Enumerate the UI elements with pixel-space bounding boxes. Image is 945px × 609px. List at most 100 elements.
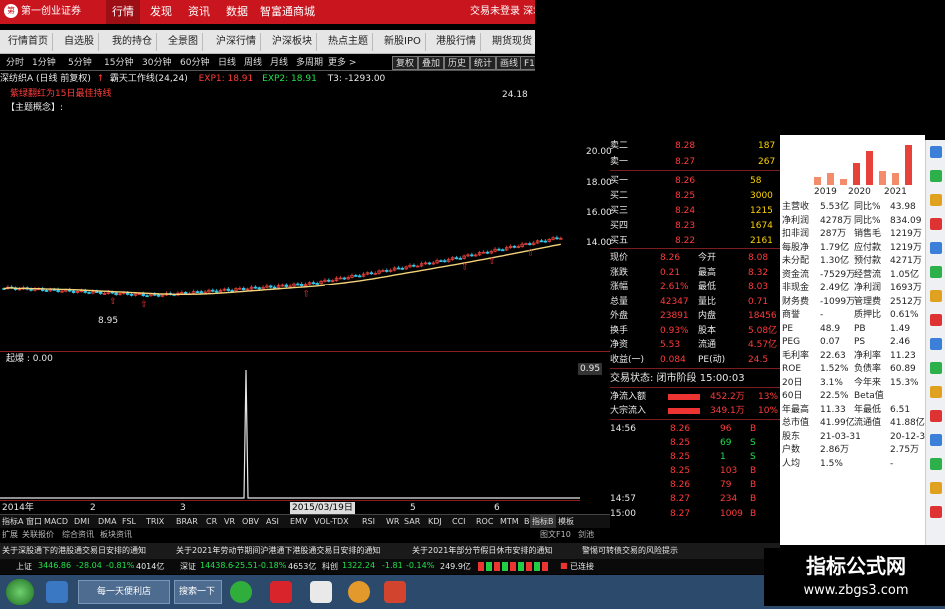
- toolbar-icon[interactable]: [930, 290, 942, 302]
- indicator-tab-15[interactable]: WR: [386, 515, 399, 529]
- indicator-tab-7[interactable]: BRAR: [176, 515, 198, 529]
- period-5min[interactable]: 5分钟: [68, 55, 92, 71]
- toolbar-icon[interactable]: [930, 218, 942, 230]
- indicator-tab-12[interactable]: EMV: [290, 515, 307, 529]
- tab-hot-topics[interactable]: 热点主题: [324, 33, 373, 51]
- indicator-tab-17[interactable]: KDJ: [428, 515, 442, 529]
- template-tab[interactable]: 模板: [558, 515, 574, 529]
- menu-discover[interactable]: 发现: [144, 0, 178, 24]
- tab-panorama[interactable]: 全景图: [164, 33, 203, 51]
- indicator-tab-11[interactable]: ASI: [266, 515, 279, 529]
- toolbar-icon[interactable]: [930, 482, 942, 494]
- index-name[interactable]: 深证: [180, 561, 196, 572]
- menu-data[interactable]: 数据: [220, 0, 254, 24]
- news-item[interactable]: 关于深股通下的港股通交易日安排的通知: [2, 545, 146, 556]
- period-1min[interactable]: 1分钟: [32, 55, 56, 71]
- indicator-tab-1[interactable]: 窗口: [26, 515, 42, 529]
- sub-indicator-chart[interactable]: [0, 352, 580, 502]
- toolbar-icon[interactable]: [930, 146, 942, 158]
- tab-ipo[interactable]: 新股IPO: [380, 33, 426, 51]
- btn-stats[interactable]: 统计: [470, 56, 497, 70]
- toolbar-icon[interactable]: [930, 386, 942, 398]
- search-task[interactable]: 搜索一下: [174, 580, 222, 604]
- indicator-tab-16[interactable]: SAR: [404, 515, 420, 529]
- period-daily[interactable]: 日线: [218, 55, 236, 71]
- stat-label: PE(动): [698, 354, 726, 365]
- news-item[interactable]: 关于2021年部分节假日休市安排的通知: [412, 545, 552, 556]
- toolbar-icon[interactable]: [930, 338, 942, 350]
- indicator-tab-18[interactable]: CCI: [452, 515, 466, 529]
- news-item[interactable]: 警惕可转债交易的风险提示: [582, 545, 678, 556]
- date-cursor: 2015/03/19日: [290, 502, 355, 514]
- app-icon[interactable]: [348, 581, 370, 603]
- toolbar-icon[interactable]: [930, 434, 942, 446]
- period-60min[interactable]: 60分钟: [180, 55, 209, 71]
- tab-sz-sh-market[interactable]: 沪深行情: [212, 33, 261, 51]
- indicator-tab-5[interactable]: FSL: [122, 515, 136, 529]
- toolbar-icon[interactable]: [930, 266, 942, 278]
- news-item[interactable]: 关于2021年劳动节期间沪港通下港股通交易日安排的通知: [176, 545, 380, 556]
- app-icon[interactable]: [310, 581, 332, 603]
- login-status[interactable]: 交易未登录 深圳: [470, 0, 543, 24]
- app-icon[interactable]: [384, 581, 406, 603]
- tab-sectors[interactable]: 沪深板块: [268, 33, 317, 51]
- indicator-tab-13[interactable]: VOL-TDX: [314, 515, 349, 529]
- menu-mall[interactable]: 智富通商城: [254, 0, 321, 24]
- period-multi[interactable]: 多周期: [296, 55, 323, 71]
- period-weekly[interactable]: 周线: [244, 55, 262, 71]
- subtab-1[interactable]: 关联报价: [22, 528, 54, 542]
- start-button-icon[interactable]: [6, 579, 34, 605]
- indicator-tab-14[interactable]: RSI: [362, 515, 375, 529]
- indicator-b-tab[interactable]: 指标B: [530, 515, 556, 529]
- toolbar-icon[interactable]: [930, 362, 942, 374]
- f10-tab[interactable]: 图文F10: [540, 528, 571, 542]
- explorer-icon[interactable]: [46, 581, 68, 603]
- indicator-tab-4[interactable]: DMA: [98, 515, 117, 529]
- tab-home[interactable]: 行情首页: [4, 33, 53, 51]
- menu-news[interactable]: 资讯: [182, 0, 216, 24]
- indicator-tab-3[interactable]: DMI: [74, 515, 89, 529]
- period-monthly[interactable]: 月线: [270, 55, 288, 71]
- toolbar-icon[interactable]: [930, 194, 942, 206]
- indicator-tab-0[interactable]: 指标A: [2, 515, 23, 529]
- sword-tab[interactable]: 剑池: [578, 528, 594, 542]
- toolbar-icon[interactable]: [930, 458, 942, 470]
- fin-value: -: [890, 458, 894, 469]
- menu-market[interactable]: 行情: [106, 0, 140, 24]
- ask-price: 8.28: [675, 141, 696, 151]
- index-name[interactable]: 科创: [322, 561, 338, 572]
- subtab-0[interactable]: 扩展: [2, 528, 18, 542]
- btn-adjust[interactable]: 复权: [392, 56, 419, 70]
- security-app-icon[interactable]: [230, 581, 252, 603]
- index-name[interactable]: 上证: [16, 561, 32, 572]
- ie-task[interactable]: 每一天便利店: [78, 580, 170, 604]
- toolbar-icon[interactable]: [930, 506, 942, 518]
- period-15min[interactable]: 15分钟: [104, 55, 133, 71]
- tab-futures[interactable]: 期货现货: [488, 33, 537, 51]
- tab-holdings[interactable]: 我的持仓: [108, 33, 157, 51]
- btn-history[interactable]: 历史: [444, 56, 471, 70]
- btn-overlay[interactable]: 叠加: [418, 56, 445, 70]
- tab-watchlist[interactable]: 自选股: [60, 33, 99, 51]
- indicator-tab-9[interactable]: VR: [224, 515, 235, 529]
- subtab-2[interactable]: 综合资讯: [62, 528, 94, 542]
- period-more[interactable]: 更多 >: [328, 55, 356, 71]
- date-tick: 3: [180, 503, 186, 513]
- indicator-name[interactable]: 霸天工作线(24,24): [110, 74, 188, 84]
- indicator-tab-6[interactable]: TRIX: [146, 515, 164, 529]
- toolbar-icon[interactable]: [930, 242, 942, 254]
- period-30min[interactable]: 30分钟: [142, 55, 171, 71]
- toolbar-icon[interactable]: [930, 410, 942, 422]
- btn-draw[interactable]: 画线: [496, 56, 523, 70]
- period-intraday[interactable]: 分时: [6, 55, 24, 71]
- indicator-tab-10[interactable]: OBV: [242, 515, 259, 529]
- indicator-tab-8[interactable]: CR: [206, 515, 217, 529]
- subtab-3[interactable]: 板块资讯: [100, 528, 132, 542]
- toolbar-icon[interactable]: [930, 314, 942, 326]
- indicator-tab-2[interactable]: MACD: [44, 515, 68, 529]
- toolbar-icon[interactable]: [930, 170, 942, 182]
- trading-app-icon[interactable]: [270, 581, 292, 603]
- tab-hk[interactable]: 港股行情: [432, 33, 481, 51]
- indicator-tab-20[interactable]: MTM: [500, 515, 519, 529]
- indicator-tab-19[interactable]: ROC: [476, 515, 493, 529]
